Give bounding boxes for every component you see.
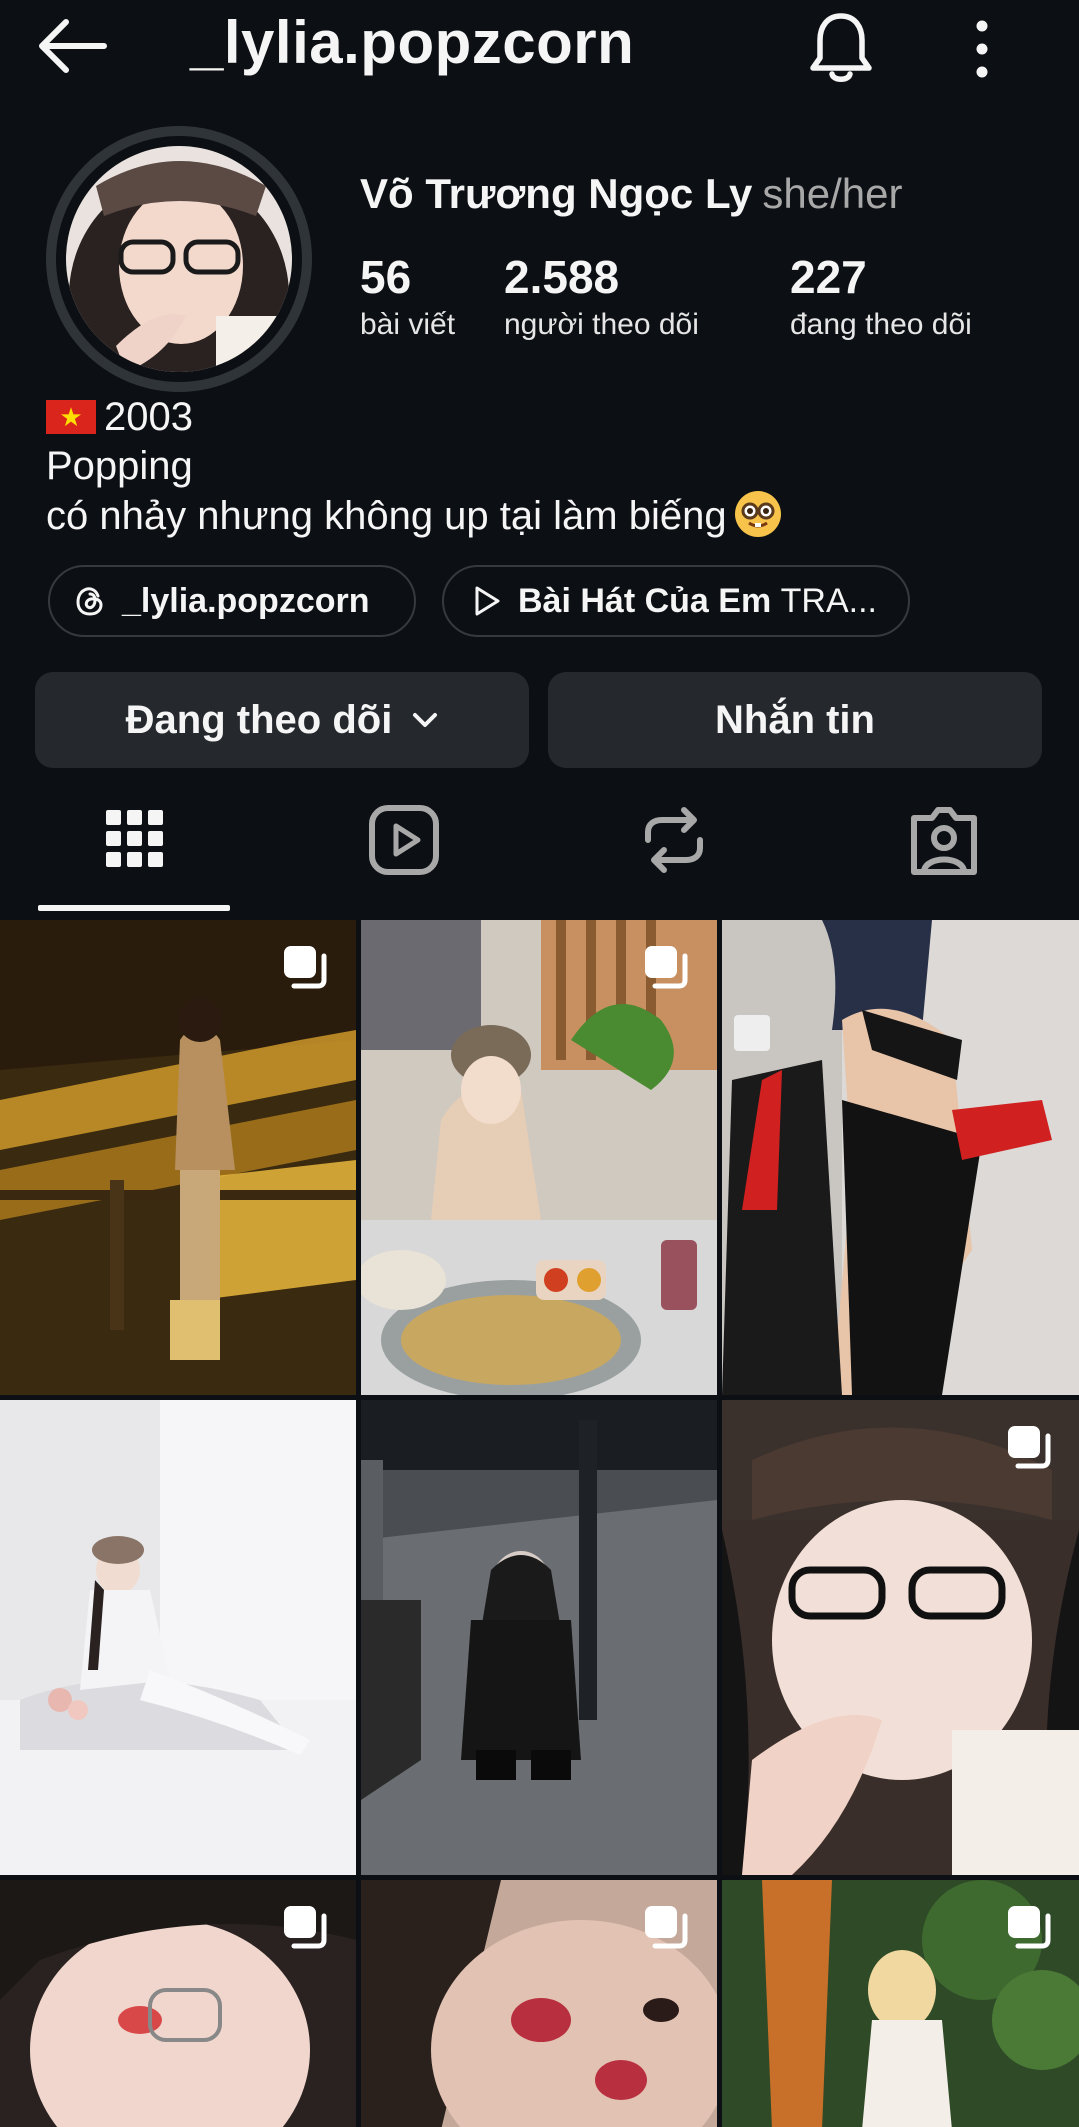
- arrow-left-icon[interactable]: [32, 14, 112, 78]
- music-link[interactable]: Bài Hát Của Em TRA...: [442, 565, 910, 637]
- profile-bio: ★ 2003 Popping có nhảy nhưng không up tại…: [46, 393, 781, 541]
- carousel-icon: [1008, 1906, 1051, 1949]
- carousel-icon: [645, 1906, 688, 1949]
- bio-text: có nhảy nhưng không up tại làm biếng: [46, 494, 727, 538]
- bio-line-3: có nhảy nhưng không up tại làm biếng: [46, 491, 781, 541]
- following-stat[interactable]: 227 đang theo dõi: [790, 250, 972, 342]
- following-count: 227: [790, 251, 867, 303]
- post-thumbnail-5[interactable]: [361, 1400, 717, 1875]
- grid-icon[interactable]: [94, 800, 174, 880]
- message-button[interactable]: Nhắn tin: [548, 672, 1042, 768]
- carousel-icon: [284, 1906, 327, 1949]
- threads-link-text: _lylia.popzcorn: [122, 581, 370, 620]
- following-label: đang theo dõi: [790, 308, 972, 341]
- message-button-label: Nhắn tin: [715, 697, 875, 742]
- nerd-face-icon: [734, 491, 781, 537]
- bio-year: 2003: [104, 395, 193, 439]
- following-button[interactable]: Đang theo dõi: [35, 672, 529, 768]
- post-thumbnail-6[interactable]: [722, 1400, 1079, 1875]
- tagged-icon[interactable]: [904, 800, 984, 880]
- full-name-text: Võ Trương Ngọc Ly: [360, 170, 753, 217]
- active-tab-indicator: [38, 905, 230, 911]
- posts-count: 56: [360, 251, 412, 303]
- followers-count: 2.588: [504, 251, 620, 303]
- repost-icon[interactable]: [634, 800, 714, 880]
- bell-icon[interactable]: [806, 8, 876, 86]
- bio-line-2: Popping: [46, 444, 193, 488]
- pronouns-text: she/her: [762, 170, 903, 217]
- post-thumbnail-9[interactable]: [722, 1880, 1079, 2127]
- carousel-icon: [284, 946, 327, 989]
- chevron-down-icon: [413, 713, 438, 727]
- posts-label: bài viết: [360, 308, 456, 341]
- post-thumbnail-8[interactable]: [361, 1880, 717, 2127]
- profile-page: _lylia.popzcorn Võ Trương Ngọc Ly she/her: [0, 0, 1079, 2127]
- post-thumbnail-1[interactable]: [0, 920, 356, 1395]
- music-title: Bài Hát Của Em: [518, 581, 772, 620]
- threads-icon: [76, 587, 103, 616]
- vietnam-flag-icon: ★: [46, 400, 96, 434]
- play-icon: [475, 586, 500, 616]
- followers-label: người theo dõi: [504, 308, 699, 341]
- top-bar: _lylia.popzcorn: [0, 0, 1079, 100]
- reels-icon[interactable]: [364, 800, 444, 880]
- music-artist: TRA...: [780, 581, 877, 620]
- followers-stat[interactable]: 2.588 người theo dõi: [504, 250, 699, 342]
- posts-stat[interactable]: 56 bài viết: [360, 250, 455, 342]
- post-thumbnail-4[interactable]: [0, 1400, 356, 1875]
- carousel-icon: [645, 946, 688, 989]
- following-button-label: Đang theo dõi: [125, 697, 393, 742]
- carousel-icon: [1008, 1426, 1051, 1469]
- avatar[interactable]: [66, 146, 292, 372]
- profile-username: _lylia.popzcorn: [190, 9, 635, 76]
- threads-link[interactable]: _lylia.popzcorn: [48, 565, 416, 637]
- post-thumbnail-3[interactable]: [722, 920, 1079, 1395]
- post-thumbnail-2[interactable]: [361, 920, 717, 1395]
- bio-line-1: ★ 2003: [46, 393, 781, 442]
- more-vertical-icon[interactable]: [960, 14, 1004, 84]
- profile-full-name: Võ Trương Ngọc Ly she/her: [360, 170, 903, 218]
- post-thumbnail-7[interactable]: [0, 1880, 356, 2127]
